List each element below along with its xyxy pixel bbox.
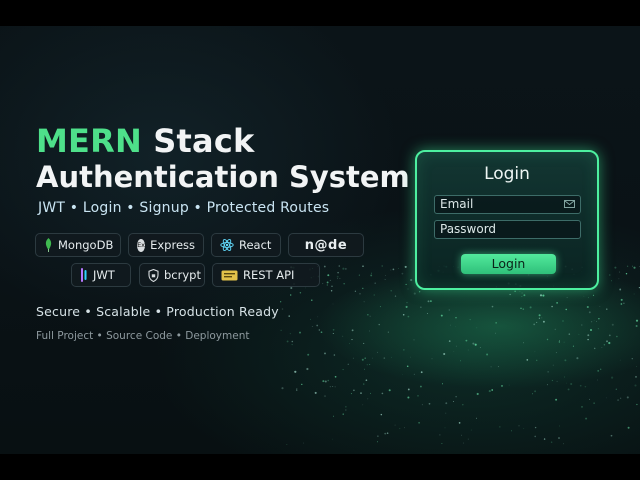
deliverables-line: Full Project • Source Code • Deployment: [36, 330, 250, 342]
tagline: Secure • Scalable • Production Ready: [36, 304, 279, 319]
thumbnail-canvas: MERN Stack Authentication System JWT • L…: [0, 26, 640, 454]
headline-accent: MERN: [36, 122, 142, 160]
login-card: Login Email Password Login: [415, 150, 599, 290]
badge-nodejs: n@de: [288, 233, 364, 257]
badge-label: Express: [150, 238, 195, 252]
badge-express: Ex Express: [128, 233, 204, 257]
badge-jwt: JWT: [71, 263, 131, 287]
rest-api-icon: [221, 270, 238, 280]
password-field[interactable]: Password: [434, 220, 581, 239]
badge-mongodb: MongoDB: [35, 233, 121, 257]
badge-bcrypt: bcrypt: [139, 263, 205, 287]
login-button[interactable]: Login: [461, 254, 556, 274]
email-placeholder: Email: [440, 197, 474, 211]
email-field[interactable]: Email: [434, 195, 581, 214]
headline-line-1: MERN Stack: [36, 122, 254, 160]
badge-label: REST API: [243, 268, 295, 282]
login-card-title: Login: [484, 164, 530, 184]
jwt-icon: [81, 268, 87, 282]
badge-label: bcrypt: [164, 268, 201, 282]
badge-label: MongoDB: [58, 238, 114, 252]
react-atom-icon: [220, 239, 234, 251]
badge-label: React: [239, 238, 272, 252]
feature-subtitle: JWT • Login • Signup • Protected Routes: [38, 200, 330, 216]
express-icon: Ex: [137, 238, 146, 252]
badge-label: JWT: [93, 268, 115, 282]
badge-rest-api: REST API: [212, 263, 320, 287]
mongodb-leaf-icon: [45, 238, 52, 252]
headline-rest: Stack: [153, 122, 255, 160]
mail-icon: [564, 200, 575, 208]
password-placeholder: Password: [440, 222, 497, 236]
badge-react: React: [211, 233, 281, 257]
headline-line-2: Authentication System: [36, 160, 410, 194]
nodejs-logo: n@de: [304, 237, 348, 253]
bcrypt-shield-icon: [148, 268, 159, 282]
